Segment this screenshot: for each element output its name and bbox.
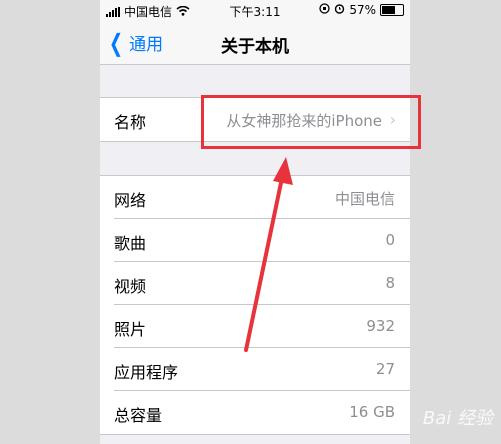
name-label: 名称 xyxy=(114,113,147,132)
info-row: 歌曲 0 xyxy=(100,219,410,262)
battery-icon xyxy=(380,4,404,16)
watermark: Bai 经验 xyxy=(422,408,493,429)
info-row-value: 中国电信 xyxy=(334,190,395,208)
info-row: 应用程序 27 xyxy=(100,348,410,391)
orientation-lock-icon xyxy=(319,3,330,17)
info-row-value: 16 GB xyxy=(349,403,395,421)
info-row-value: 27 xyxy=(375,360,395,378)
info-row-label: 视频 xyxy=(114,277,147,296)
info-row-label: 总容量 xyxy=(114,406,163,425)
info-row-label: 网络 xyxy=(114,191,147,210)
info-row-value: 932 xyxy=(366,317,395,335)
left-margin xyxy=(0,0,100,444)
battery-level xyxy=(382,6,395,14)
info-row: 网络 中国电信 xyxy=(100,176,410,219)
info-row: 视频 8 xyxy=(100,262,410,305)
info-row-value: 8 xyxy=(385,274,395,292)
info-row: 总容量 16 GB xyxy=(100,391,410,434)
info-row-label: 照片 xyxy=(114,320,147,339)
battery-percent: 57% xyxy=(349,3,376,17)
phone-screen: 中国电信 下午3:11 57% ❮ 通用 关于本机 名称 从女神那抢来的iPho… xyxy=(100,0,410,444)
page-title: 关于本机 xyxy=(221,37,289,57)
info-row-label: 歌曲 xyxy=(114,234,147,253)
right-margin xyxy=(410,0,501,444)
info-row: 照片 932 xyxy=(100,305,410,348)
highlight-box xyxy=(201,95,421,149)
navigation-bar: ❮ 通用 关于本机 xyxy=(100,22,410,65)
info-row-value: 0 xyxy=(385,231,395,249)
status-bar: 中国电信 下午3:11 57% xyxy=(100,0,410,22)
info-group: 网络 中国电信歌曲 0 视频 8 照片 932 应用程序 27 总容量 16 GB xyxy=(100,175,410,435)
alarm-icon xyxy=(334,3,345,17)
info-row-label: 应用程序 xyxy=(114,363,179,382)
